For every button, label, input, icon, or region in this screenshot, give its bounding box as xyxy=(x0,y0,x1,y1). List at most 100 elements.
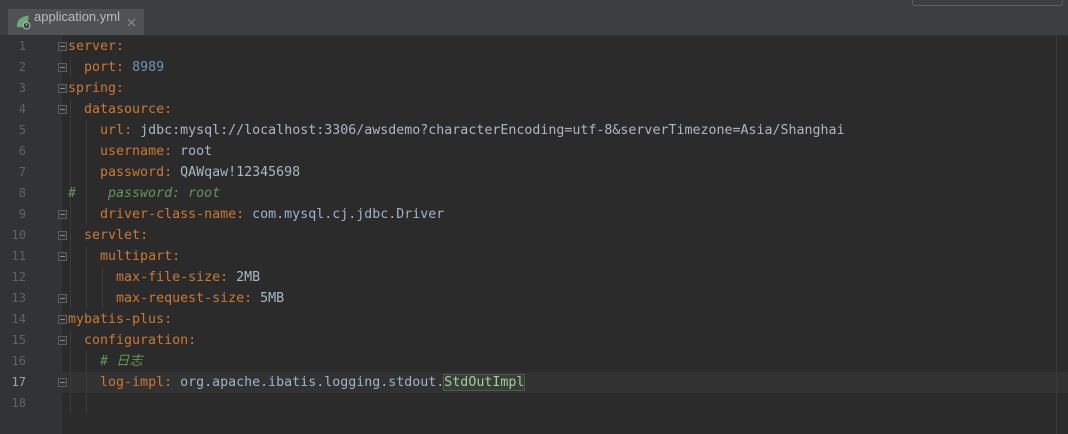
line-number[interactable]: 7 xyxy=(0,162,26,183)
code-token: jdbc:mysql://localhost:3306/awsdemo?char… xyxy=(140,123,845,138)
code-line[interactable]: 13 max-request-size: 5MB xyxy=(0,288,1068,309)
code-line[interactable]: 8 # password: root xyxy=(0,183,1068,204)
line-text[interactable]: spring: xyxy=(68,78,124,99)
line-number[interactable]: 11 xyxy=(0,246,26,267)
highlighted-reference: StdOutImpl xyxy=(443,374,526,391)
code-line[interactable]: 11 multipart: xyxy=(0,246,1068,267)
line-text[interactable]: password: QAWqaw!12345698 xyxy=(68,162,300,183)
line-text[interactable]: max-file-size: 2MB xyxy=(68,267,260,288)
code-line[interactable]: 12 max-file-size: 2MB xyxy=(0,267,1068,288)
code-line[interactable]: 3 spring: xyxy=(0,78,1068,99)
fold-collapse-icon[interactable] xyxy=(58,42,67,51)
fold-end-icon[interactable] xyxy=(58,378,67,387)
tab-application-yml[interactable]: application.yml xyxy=(8,9,144,35)
close-icon[interactable] xyxy=(127,18,136,27)
code-line[interactable]: 2 port: 8989 xyxy=(0,57,1068,78)
line-text[interactable]: # password: root xyxy=(68,183,220,204)
run-configuration-selector[interactable] xyxy=(912,0,1063,6)
line-number[interactable]: 9 xyxy=(0,204,26,225)
line-number[interactable]: 17 xyxy=(0,372,26,393)
code-token: org.apache.ibatis.logging.stdout. xyxy=(180,375,445,390)
fold-collapse-icon[interactable] xyxy=(58,252,67,261)
line-text[interactable]: username: root xyxy=(68,141,212,162)
line-number[interactable]: 14 xyxy=(0,309,26,330)
code-token: : xyxy=(164,144,173,159)
line-number[interactable]: 13 xyxy=(0,288,26,309)
fold-collapse-icon[interactable] xyxy=(58,231,67,240)
line-text[interactable]: servlet: xyxy=(68,225,148,246)
code-token: max-request-size xyxy=(116,291,245,306)
line-number[interactable]: 18 xyxy=(0,393,26,414)
line-number[interactable]: 3 xyxy=(0,78,26,99)
line-text[interactable]: mybatis-plus: xyxy=(68,309,172,330)
code-lines[interactable]: 1 server: 2 port: 8989 3 spring: 4 datasource… xyxy=(0,36,1068,434)
line-number[interactable]: 4 xyxy=(0,99,26,120)
code-line[interactable]: 9 driver-class-name: com.mysql.cj.jdbc.D… xyxy=(0,204,1068,225)
yaml-comment: # 日志 xyxy=(100,354,143,369)
line-text[interactable]: driver-class-name: com.mysql.cj.jdbc.Dri… xyxy=(68,204,444,225)
line-number[interactable]: 5 xyxy=(0,120,26,141)
code-line[interactable]: 14 mybatis-plus: xyxy=(0,309,1068,330)
line-number[interactable]: 8 xyxy=(0,183,26,204)
fold-collapse-icon[interactable] xyxy=(58,84,67,93)
code-token: 5MB xyxy=(260,291,285,306)
fold-end-icon[interactable] xyxy=(58,294,67,303)
code-line[interactable]: 15 configuration: xyxy=(0,330,1068,351)
fold-collapse-icon[interactable] xyxy=(58,315,67,324)
code-line[interactable]: 4 datasource: xyxy=(0,99,1068,120)
code-token: 8989 xyxy=(132,60,165,75)
line-text[interactable]: # 日志 xyxy=(68,351,143,372)
line-number[interactable]: 15 xyxy=(0,330,26,351)
fold-end-icon[interactable] xyxy=(58,210,67,219)
code-token: 2MB xyxy=(236,270,261,285)
code-token: : xyxy=(188,333,197,348)
code-line[interactable]: 18 xyxy=(0,393,1068,414)
code-line[interactable]: 7 password: QAWqaw!12345698 xyxy=(0,162,1068,183)
line-text[interactable]: port: 8989 xyxy=(68,57,164,78)
line-text[interactable]: max-request-size: 5MB xyxy=(68,288,284,309)
line-number[interactable]: 12 xyxy=(0,267,26,288)
code-token: servlet xyxy=(84,228,141,243)
code-line[interactable]: 6 username: root xyxy=(0,141,1068,162)
line-number[interactable]: 1 xyxy=(0,36,26,57)
fold-collapse-icon[interactable] xyxy=(58,336,67,345)
code-token: QAWqaw!12345698 xyxy=(180,165,301,180)
code-editor[interactable]: 1 server: 2 port: 8989 3 spring: 4 datasource… xyxy=(0,36,1068,434)
line-number[interactable]: 6 xyxy=(0,141,26,162)
line-text[interactable]: multipart: xyxy=(68,246,180,267)
editor-tab-bar: application.yml xyxy=(0,0,1068,36)
line-number[interactable]: 2 xyxy=(0,57,26,78)
line-text[interactable]: configuration: xyxy=(68,330,196,351)
line-number[interactable]: 10 xyxy=(0,225,26,246)
code-token: mybatis-plus xyxy=(68,312,165,327)
fold-collapse-icon[interactable] xyxy=(58,105,67,114)
line-text[interactable]: server: xyxy=(68,36,124,57)
code-line[interactable]: 1 server: xyxy=(0,36,1068,57)
code-token: username xyxy=(100,144,165,159)
code-token: : xyxy=(164,102,173,117)
code-line[interactable]: 17 log-impl: org.apache.ibatis.logging.s… xyxy=(0,372,1068,393)
line-text[interactable]: datasource: xyxy=(68,99,172,120)
code-line[interactable]: 16 # 日志 xyxy=(0,351,1068,372)
code-line[interactable]: 5 url: jdbc:mysql://localhost:3306/awsde… xyxy=(0,120,1068,141)
code-token: : xyxy=(140,228,149,243)
line-text[interactable]: url: jdbc:mysql://localhost:3306/awsdemo… xyxy=(68,120,845,141)
line-text[interactable]: log-impl: org.apache.ibatis.logging.stdo… xyxy=(68,372,526,393)
code-token: : xyxy=(116,60,125,75)
code-line[interactable]: 10 servlet: xyxy=(0,225,1068,246)
code-token: : xyxy=(236,207,245,222)
line-number[interactable]: 16 xyxy=(0,351,26,372)
fold-end-icon[interactable] xyxy=(58,63,67,72)
code-token: password xyxy=(100,165,165,180)
